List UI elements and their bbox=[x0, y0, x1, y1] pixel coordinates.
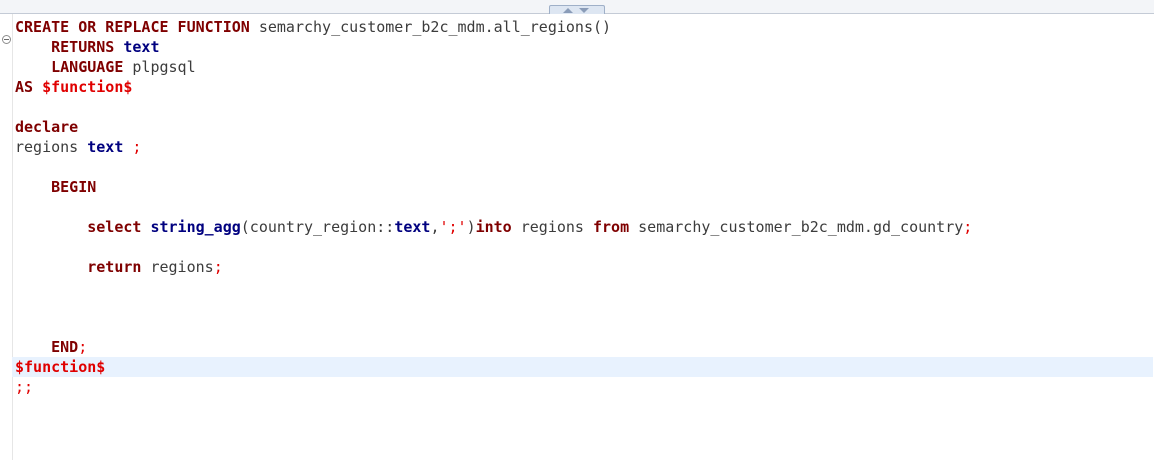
function-name: semarchy_customer_b2c_mdm.all_regions() bbox=[249, 18, 612, 36]
semicolon: ; bbox=[213, 258, 223, 276]
code-line[interactable]: ;; bbox=[15, 377, 1150, 397]
code-line[interactable] bbox=[15, 157, 1150, 177]
keyword: AS bbox=[15, 78, 34, 96]
function-call: string_agg bbox=[150, 218, 241, 236]
keyword: declare bbox=[15, 118, 79, 136]
string-literal: ';' bbox=[439, 218, 467, 236]
keyword: from bbox=[593, 218, 630, 236]
code-line[interactable]: declare bbox=[15, 117, 1150, 137]
sql-editor[interactable]: CREATE OR REPLACE FUNCTION semarchy_cust… bbox=[12, 17, 1153, 397]
semicolon: ; bbox=[78, 338, 88, 356]
code-line[interactable] bbox=[15, 317, 1150, 337]
code-line[interactable]: LANGUAGE plpgsql bbox=[15, 57, 1150, 77]
code-line[interactable]: BEGIN bbox=[15, 177, 1150, 197]
language-name: plpgsql bbox=[123, 58, 196, 76]
code-line[interactable]: END; bbox=[15, 337, 1150, 357]
keyword: into bbox=[475, 218, 512, 236]
code-line[interactable]: CREATE OR REPLACE FUNCTION semarchy_cust… bbox=[15, 17, 1150, 37]
keyword: LANGUAGE bbox=[51, 58, 124, 76]
dollar-quote: $function$ bbox=[42, 78, 133, 96]
keyword: CREATE OR REPLACE FUNCTION bbox=[15, 18, 250, 36]
semicolon: ; bbox=[123, 138, 142, 156]
code-text: ) bbox=[466, 218, 476, 236]
code-text: (country_region:: bbox=[240, 218, 395, 236]
code-text: regions bbox=[141, 258, 214, 276]
code-line-current[interactable]: $function$ bbox=[12, 357, 1153, 377]
semicolon: ;; bbox=[15, 378, 34, 396]
keyword: RETURNS bbox=[51, 38, 115, 56]
code-text: semarchy_customer_b2c_mdm.gd_country bbox=[629, 218, 964, 236]
keyword: END bbox=[51, 338, 79, 356]
code-line[interactable]: AS $function$ bbox=[15, 77, 1150, 97]
keyword: return bbox=[87, 258, 142, 276]
type: text bbox=[123, 38, 160, 56]
keyword: select bbox=[87, 218, 142, 236]
code-line[interactable]: RETURNS text bbox=[15, 37, 1150, 57]
code-line[interactable] bbox=[15, 237, 1150, 257]
code-line[interactable]: regions text ; bbox=[15, 137, 1150, 157]
type: text bbox=[394, 218, 431, 236]
code-line[interactable] bbox=[15, 297, 1150, 317]
editor-top-bar bbox=[0, 0, 1154, 14]
code-line[interactable] bbox=[15, 97, 1150, 117]
chevron-down-icon[interactable] bbox=[579, 8, 589, 13]
chevron-up-icon[interactable] bbox=[563, 8, 573, 13]
code-line[interactable] bbox=[15, 277, 1150, 297]
dollar-quote: $function$ bbox=[15, 358, 106, 376]
type: text bbox=[87, 138, 124, 156]
variable: regions bbox=[15, 138, 88, 156]
code-text: regions bbox=[511, 218, 593, 236]
fold-collapse-icon[interactable] bbox=[2, 35, 11, 44]
editor-gutter bbox=[0, 14, 13, 460]
keyword: BEGIN bbox=[51, 178, 97, 196]
semicolon: ; bbox=[963, 218, 973, 236]
code-line[interactable]: select string_agg(country_region::text,'… bbox=[15, 217, 1150, 237]
code-line[interactable] bbox=[15, 197, 1150, 217]
sash-collapse-toggle[interactable] bbox=[549, 5, 605, 14]
code-line[interactable]: return regions; bbox=[15, 257, 1150, 277]
